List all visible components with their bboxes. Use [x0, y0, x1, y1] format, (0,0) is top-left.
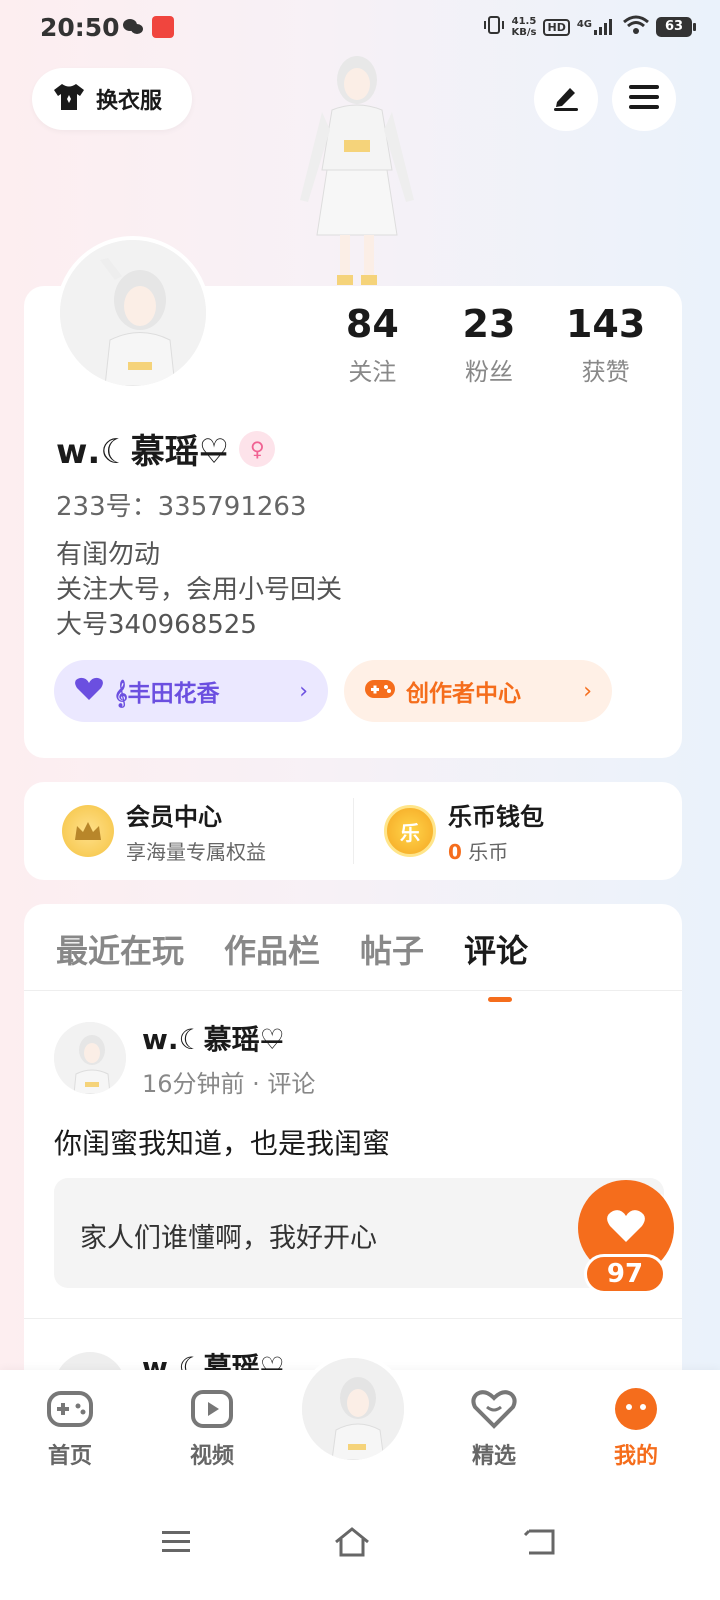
- nav-avatar-button[interactable]: [298, 1354, 408, 1464]
- nav-me-label: 我的: [613, 1444, 658, 1469]
- comment-text[interactable]: 你闺蜜我知道，也是我闺蜜: [54, 1122, 390, 1162]
- wallet-button[interactable]: 乐 乐币钱包 0 乐币: [384, 782, 544, 880]
- bio: 有闺勿动 关注大号，会用小号回关 大号340968525: [56, 538, 342, 643]
- tab-recently-played[interactable]: 最近在玩: [56, 926, 184, 972]
- network-speed: 41.5 KB/s: [512, 16, 537, 38]
- home-icon[interactable]: [332, 1522, 372, 1562]
- post-author-avatar[interactable]: [54, 1022, 126, 1094]
- creator-center-button[interactable]: 创作者中心 ›: [344, 660, 612, 722]
- heart-icon: [606, 1208, 646, 1248]
- username-row: ᴡ.☾慕瑶♡̶ ♀: [56, 424, 276, 473]
- menu-button[interactable]: [612, 67, 676, 131]
- post-author-name[interactable]: ᴡ.☾慕瑶♡̶: [142, 1018, 285, 1058]
- face-icon: [586, 1386, 686, 1432]
- tab-posts[interactable]: 帖子: [360, 926, 424, 972]
- hamburger-icon: [629, 84, 659, 114]
- nav-home-label: 首页: [47, 1444, 92, 1469]
- followers-label: 粉丝: [464, 358, 513, 386]
- stat-likes[interactable]: 143 获赞: [547, 300, 664, 387]
- active-tab-indicator: [488, 997, 513, 1002]
- change-outfit-button[interactable]: 换衣服: [32, 68, 192, 130]
- nav-video[interactable]: 视频: [162, 1386, 262, 1470]
- bio-line: 关注大号，会用小号回关: [56, 575, 343, 605]
- tab-works[interactable]: 作品栏: [224, 926, 320, 972]
- le-coin-icon: 乐: [384, 805, 436, 857]
- crown-icon: [62, 805, 114, 857]
- gamepad-icon: [364, 677, 396, 705]
- purple-heart-icon: [74, 676, 104, 706]
- net-speed-value: 41.5: [511, 16, 537, 27]
- signal-icon: 4G: [577, 19, 616, 35]
- avatar-3d-figure[interactable]: [282, 50, 432, 290]
- cp-tag-button[interactable]: 𝄞丰田花香 ›: [54, 660, 328, 722]
- female-gender-icon: ♀: [239, 430, 276, 467]
- pen-icon: [551, 82, 581, 116]
- heart-box-icon: [444, 1386, 544, 1432]
- member-center-button[interactable]: 会员中心 享海量专属权益: [62, 782, 266, 880]
- hd-badge: HD: [543, 18, 570, 36]
- username: ᴡ.☾慕瑶♡̶: [56, 432, 230, 472]
- post-meta: 16分钟前 · 评论: [142, 1070, 316, 1098]
- divider: [353, 798, 354, 864]
- user-id: 233号：335791263: [56, 492, 307, 522]
- play-icon: [162, 1386, 262, 1432]
- likes-label: 获赞: [581, 358, 630, 386]
- following-label: 关注: [348, 358, 397, 386]
- change-outfit-label: 换衣服: [96, 89, 163, 114]
- vip-wallet-card: 会员中心 享海量专属权益 乐 乐币钱包 0 乐币: [24, 782, 682, 880]
- status-time: 20:50: [40, 13, 120, 42]
- followers-count: 23: [462, 302, 516, 346]
- nav-featured-label: 精选: [471, 1444, 516, 1469]
- likes-count: 143: [565, 302, 646, 346]
- quoted-post-text: 家人们谁懂啊，我好开心: [80, 1223, 377, 1254]
- bio-line: 有闺勿动: [56, 540, 161, 570]
- wallet-balance: 0 乐币: [448, 836, 544, 865]
- divider: [24, 1318, 682, 1319]
- stat-followers[interactable]: 23 粉丝: [431, 300, 548, 387]
- back-icon[interactable]: [520, 1522, 560, 1562]
- following-count: 84: [345, 302, 399, 346]
- nav-video-label: 视频: [189, 1444, 234, 1469]
- edit-profile-button[interactable]: [534, 67, 598, 131]
- signal-label: 4G: [576, 19, 592, 30]
- recent-apps-icon[interactable]: [156, 1522, 196, 1562]
- creator-center-label: 创作者中心: [406, 681, 521, 707]
- wallet-title: 乐币钱包: [448, 803, 544, 831]
- divider: [24, 990, 682, 991]
- like-count: 97: [584, 1254, 666, 1294]
- bio-line: 大号340968525: [56, 610, 257, 640]
- chevron-right-icon: ›: [583, 678, 592, 704]
- app-notification-icon: [152, 16, 174, 38]
- tab-comments[interactable]: 评论: [464, 926, 529, 1002]
- member-center-subtitle: 享海量专属权益: [126, 840, 266, 864]
- shirt-icon: [52, 82, 86, 116]
- nav-home[interactable]: 首页: [20, 1386, 120, 1470]
- vibrate-icon: [483, 14, 505, 40]
- gamepad-icon: [20, 1386, 120, 1432]
- member-center-title: 会员中心: [126, 803, 222, 831]
- cp-tag-label: 𝄞丰田花香: [114, 681, 220, 707]
- nav-featured[interactable]: 精选: [444, 1386, 544, 1470]
- wallet-unit: 乐币: [461, 840, 509, 864]
- system-navigation-bar: [0, 1490, 720, 1600]
- status-bar: 20:50 41.5 KB/s HD 4G 63: [0, 0, 720, 56]
- wallet-amount: 0: [448, 840, 462, 864]
- nav-me[interactable]: 我的: [586, 1386, 686, 1470]
- wechat-icon: [122, 18, 144, 40]
- profile-avatar[interactable]: [56, 236, 210, 390]
- chevron-right-icon: ›: [299, 678, 308, 704]
- battery-indicator: 63: [656, 17, 696, 37]
- wifi-icon: [623, 15, 649, 39]
- profile-tabs: 最近在玩 作品栏 帖子 评论: [56, 926, 529, 1002]
- net-speed-unit: KB/s: [511, 27, 537, 38]
- stat-following[interactable]: 84 关注: [314, 300, 431, 387]
- stats-row: 84 关注 23 粉丝 143 获赞: [314, 300, 664, 387]
- tab-comments-label: 评论: [464, 932, 529, 970]
- quoted-post[interactable]: 家人们谁懂啊，我好开心: [54, 1178, 664, 1288]
